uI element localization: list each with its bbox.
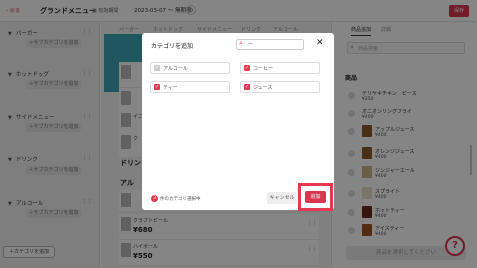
option-label: アルコール [163, 66, 188, 72]
option-alcohol[interactable]: ✓ アルコール [150, 62, 230, 74]
add-button[interactable]: 追加 [305, 191, 326, 203]
dialog-title: カテゴリを追加 [151, 43, 194, 50]
option-label: コーヒー [253, 66, 274, 72]
option-juice[interactable]: ✓ ジュース [240, 81, 320, 93]
selected-count-text: 件のカテゴリ選択中 [160, 197, 201, 202]
search-icon: ⌕ [239, 39, 243, 47]
cancel-button[interactable]: キャンセル [267, 192, 297, 204]
category-search-value: ー [248, 42, 254, 48]
selected-count-badge: 3 [151, 195, 158, 202]
close-icon[interactable]: ✕ [316, 38, 324, 48]
option-label: ジュース [253, 85, 273, 91]
option-tea[interactable]: ✓ ティー [150, 81, 230, 93]
check-icon[interactable]: ✓ [244, 84, 250, 90]
category-search-input[interactable] [236, 39, 304, 50]
option-label: ティー [163, 85, 178, 91]
check-icon[interactable]: ✓ [154, 65, 160, 71]
check-icon[interactable]: ✓ [154, 84, 160, 90]
check-icon[interactable]: ✓ [244, 65, 250, 71]
option-coffee[interactable]: ✓ コーヒー [240, 62, 320, 74]
